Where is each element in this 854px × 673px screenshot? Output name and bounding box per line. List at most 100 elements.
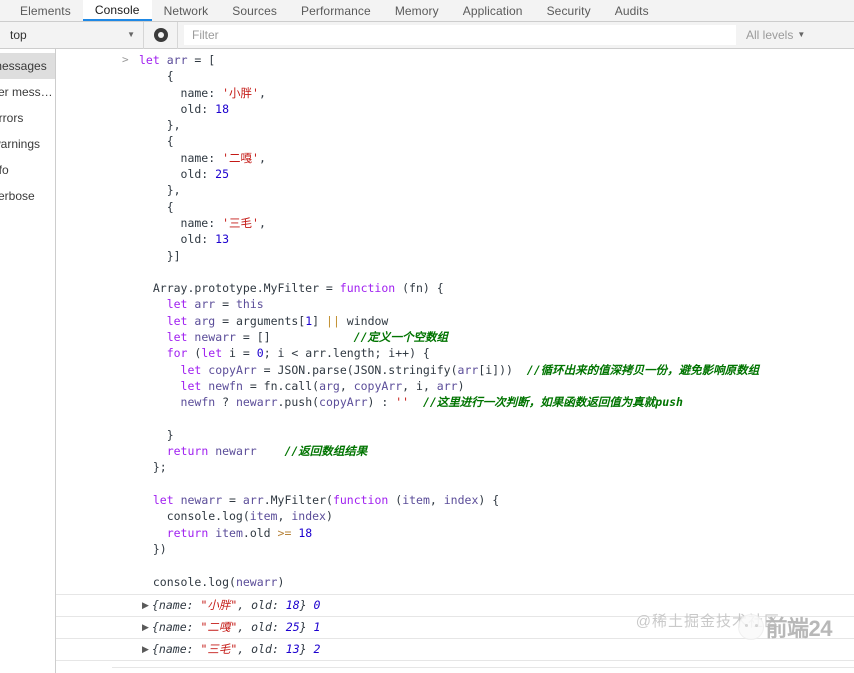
code-token: { xyxy=(139,69,174,84)
code-token: ) : xyxy=(367,395,396,410)
code-token: , xyxy=(339,378,354,393)
console-sidebar: messagesser mess…errorswarningsnfoverbos… xyxy=(0,49,56,673)
code-token: newarr xyxy=(235,395,278,410)
log-index-value: 0 xyxy=(313,598,321,613)
sidebar-item-5[interactable]: verbose xyxy=(0,183,55,209)
code-token: copyArr xyxy=(208,362,257,377)
console-toolbar: top ▼ All levels ▼ xyxy=(0,21,854,49)
object-key: , old: xyxy=(237,642,286,657)
code-token: , xyxy=(429,493,444,508)
code-token: }, xyxy=(139,183,181,198)
code-line: let arr = [ xyxy=(139,52,854,68)
object-close-brace: } xyxy=(299,642,307,657)
sidebar-item-3[interactable]: warnings xyxy=(0,131,55,157)
code-token: arr xyxy=(166,53,188,67)
console-bottom-edge xyxy=(112,667,854,673)
tab-audits[interactable]: Audits xyxy=(603,0,661,21)
filter-input[interactable] xyxy=(184,25,736,45)
code-token: name: xyxy=(139,85,223,100)
code-token: ] xyxy=(312,313,327,328)
code-token: .push( xyxy=(277,395,320,410)
code-token: newarr xyxy=(180,493,223,508)
code-token: item xyxy=(215,525,243,540)
code-line: return newarr //返回数组结果 xyxy=(139,443,854,459)
code-token: = xyxy=(222,493,243,508)
code-token: , xyxy=(277,509,292,524)
object-string-value: "小胖" xyxy=(200,598,238,613)
code-token: index xyxy=(291,509,326,524)
code-token: let xyxy=(152,493,174,508)
code-token: let xyxy=(166,313,188,328)
sidebar-item-1[interactable]: ser mess… xyxy=(0,79,55,105)
code-token: //这里进行一次判断，如果函数返回值为真就push xyxy=(422,395,683,410)
code-line: old: 25 xyxy=(139,166,854,182)
code-token: index xyxy=(443,493,479,508)
code-token: '二嘎' xyxy=(222,150,259,165)
log-level-select[interactable]: All levels ▼ xyxy=(742,28,854,42)
code-token: old: xyxy=(139,167,216,182)
object-number-value: 18 xyxy=(285,598,300,613)
code-token: 13 xyxy=(215,232,230,247)
log-level-label: All levels xyxy=(746,28,794,42)
expand-triangle-icon[interactable]: ▶ xyxy=(142,600,149,610)
chevron-down-icon: ▼ xyxy=(797,30,806,39)
tab-security[interactable]: Security xyxy=(535,0,603,21)
code-token: }; xyxy=(139,460,167,475)
expand-triangle-icon[interactable]: ▶ xyxy=(142,644,149,654)
code-line: console.log(newarr) xyxy=(139,574,854,590)
log-index-value: 1 xyxy=(313,620,321,635)
code-token: name: xyxy=(139,150,223,165)
tab-application[interactable]: Application xyxy=(451,0,535,21)
code-token: '小胖' xyxy=(222,85,259,100)
code-line: let newarr = [] //定义一个空数组 xyxy=(139,329,854,345)
code-token: ; i < arr.length; i++) { xyxy=(263,346,430,361)
code-token: newfn xyxy=(208,378,243,393)
tab-console[interactable]: Console xyxy=(82,0,152,21)
code-token: console.log( xyxy=(139,509,250,524)
console-body: messagesser mess…errorswarningsnfoverbos… xyxy=(0,49,854,673)
code-line xyxy=(139,557,854,573)
code-token: }] xyxy=(139,248,181,263)
code-line: old: 18 xyxy=(139,101,854,117)
tab-performance[interactable]: Performance xyxy=(289,0,383,21)
execution-context-select[interactable]: top ▼ xyxy=(0,21,144,49)
prompt-arrow-icon: > xyxy=(122,53,129,66)
tab-memory[interactable]: Memory xyxy=(383,0,451,21)
code-token: 25 xyxy=(215,167,230,182)
console-messages-pane[interactable]: > let arr = [ { name: '小胖', old: 18 }, {… xyxy=(56,49,854,673)
tab-elements[interactable]: Elements xyxy=(8,0,83,21)
log-object-preview: {name: "二嘎", old: 25} 1 xyxy=(138,619,320,635)
code-token: return xyxy=(166,525,209,540)
expand-triangle-icon[interactable]: ▶ xyxy=(142,622,149,632)
table-row[interactable]: ▶ {name: "小胖", old: 18} 0 xyxy=(56,595,854,617)
code-token: }) xyxy=(139,541,167,556)
code-token: = arguments[ xyxy=(215,313,306,328)
object-number-value: 13 xyxy=(285,642,300,657)
object-string-value: "二嘎" xyxy=(200,620,238,635)
code-token: arr xyxy=(242,493,264,508)
live-expression-eye-button[interactable] xyxy=(144,21,178,49)
code-token: console.log( xyxy=(139,574,236,589)
code-line: let arg = arguments[1] || window xyxy=(139,313,854,329)
tab-network[interactable]: Network xyxy=(152,0,221,21)
sidebar-item-4[interactable]: nfo xyxy=(0,157,55,183)
execution-context-value: top xyxy=(10,28,27,42)
sidebar-item-0[interactable]: messages xyxy=(0,53,55,79)
code-token: this xyxy=(235,297,264,312)
table-row[interactable]: ▶ {name: "三毛", old: 13} 2 xyxy=(56,639,854,661)
code-line xyxy=(139,476,854,492)
sidebar-item-2[interactable]: errors xyxy=(0,105,55,131)
code-token: ) xyxy=(325,509,333,524)
object-close-brace: } xyxy=(299,598,307,613)
code-token: { xyxy=(139,199,174,214)
code-token: function xyxy=(339,281,396,296)
table-row[interactable]: ▶ {name: "二嘎", old: 25} 1 xyxy=(56,617,854,639)
code-token: for xyxy=(166,346,188,361)
eye-icon xyxy=(153,28,168,42)
tab-sources[interactable]: Sources xyxy=(220,0,289,21)
